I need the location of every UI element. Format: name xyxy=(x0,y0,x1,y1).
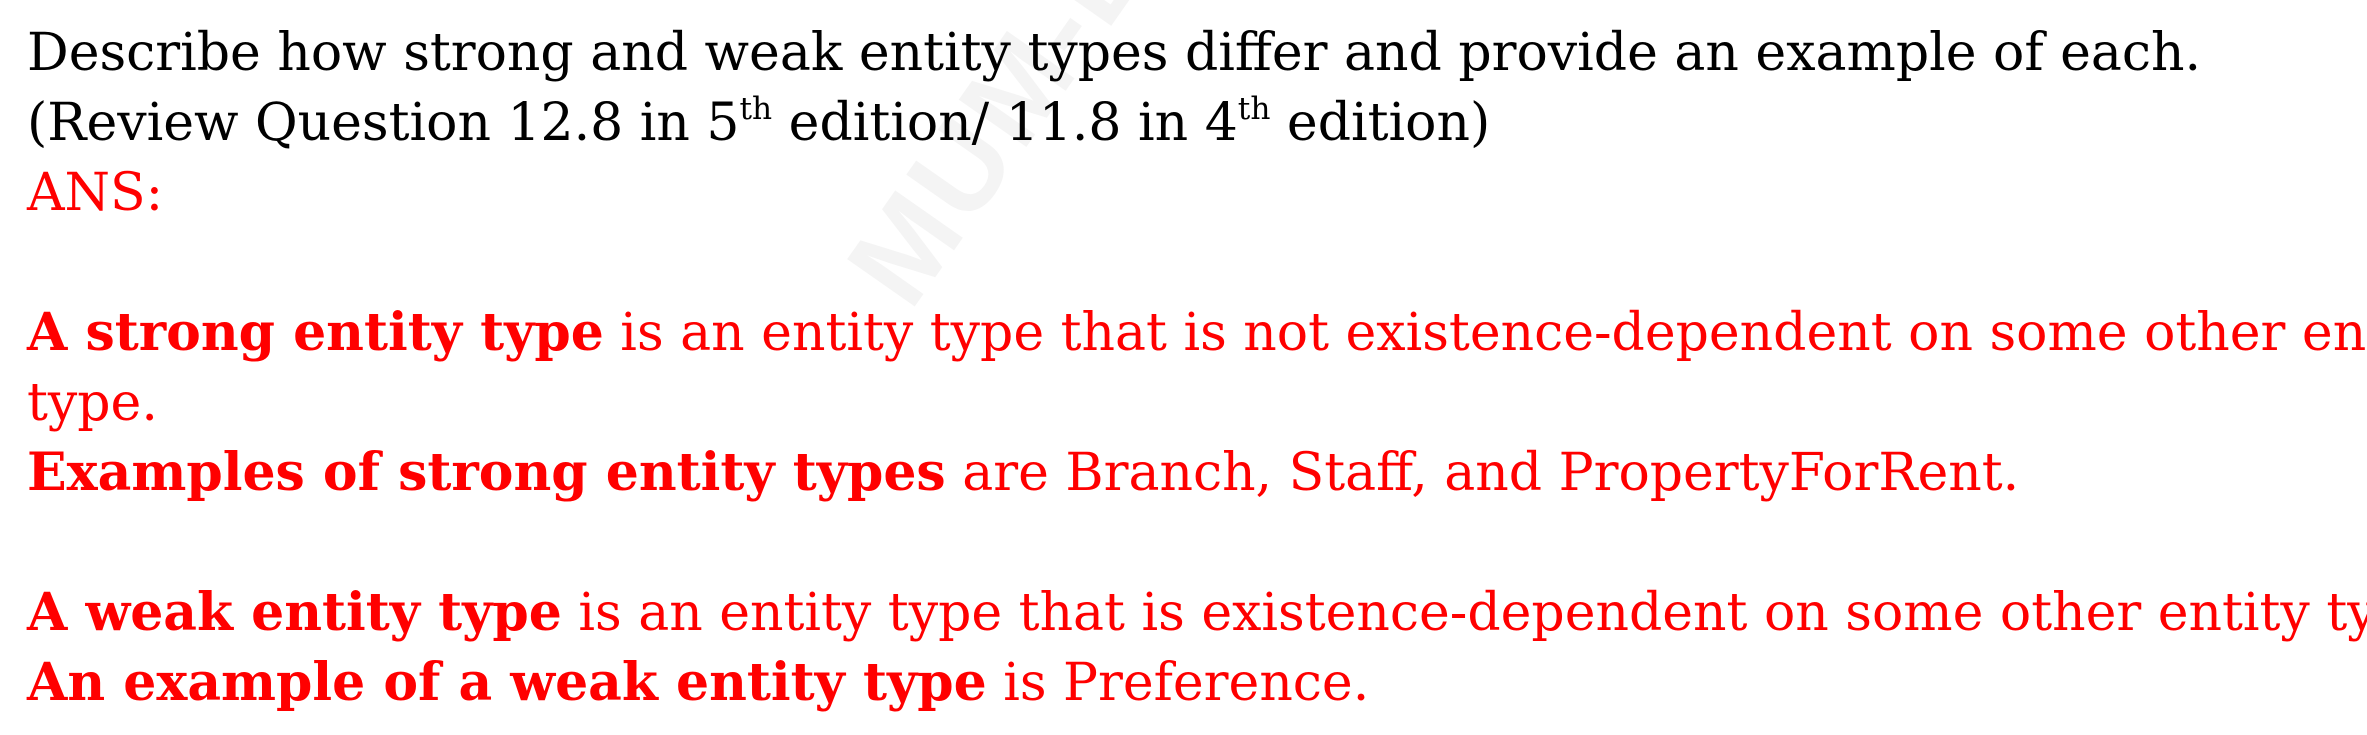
superscript-th-1: th xyxy=(739,90,773,127)
weak-example-term: An example of a weak entity type xyxy=(27,652,987,713)
document-content: Describe how strong and weak entity type… xyxy=(27,18,2367,718)
strong-definition-line-1: A strong entity type is an entity type t… xyxy=(27,298,2367,368)
question-line-2: (Review Question 12.8 in 5th edition/ 11… xyxy=(27,88,2357,158)
question-line-1: Describe how strong and weak entity type… xyxy=(27,18,2357,88)
answer-label: ANS: xyxy=(27,163,164,223)
strong-examples-line: Examples of strong entity types are Bran… xyxy=(27,438,2357,508)
weak-example-text: is Preference. xyxy=(986,653,1370,713)
question-ref-part-2: edition/ 11.8 in 4 xyxy=(772,93,1238,153)
strong-examples-term: Examples of strong entity types xyxy=(27,442,946,503)
question-text: Describe how strong and weak entity type… xyxy=(27,23,2202,83)
weak-example-line: An example of a weak entity type is Pref… xyxy=(27,648,2357,718)
question-ref-part-3: edition) xyxy=(1270,93,1491,153)
weak-term: A weak entity type xyxy=(27,582,562,643)
strong-definition-text: is an entity type that is not existence-… xyxy=(603,303,2367,363)
question-ref-part-1: (Review Question 12.8 in 5 xyxy=(27,93,740,153)
document-page: MUM-BRN Describe how strong and weak ent… xyxy=(0,0,2367,735)
strong-definition-line-2: type. xyxy=(27,373,158,433)
weak-definition-line: A weak entity type is an entity type tha… xyxy=(27,578,2367,648)
strong-term: A strong entity type xyxy=(27,302,604,363)
strong-examples-text: are Branch, Staff, and PropertyForRent. xyxy=(945,443,2020,503)
superscript-th-2: th xyxy=(1237,90,1271,127)
weak-definition-text: is an entity type that is existence-depe… xyxy=(561,583,2367,643)
